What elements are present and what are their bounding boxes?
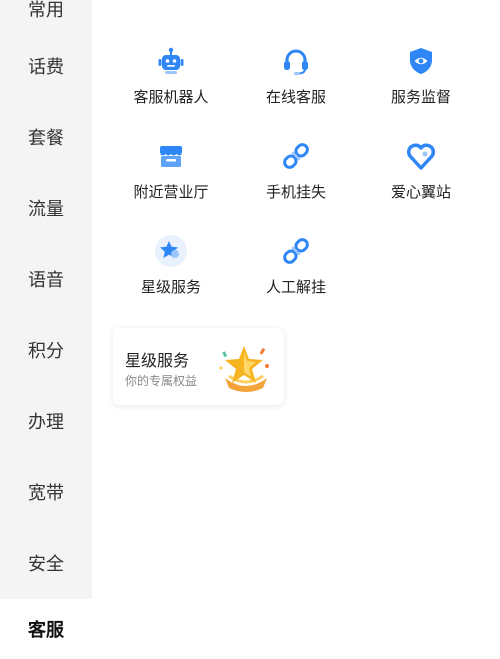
sidebar-item-label: 常用: [28, 0, 64, 21]
headset-icon: [279, 44, 313, 78]
card-title: 星级服务: [125, 351, 190, 370]
sidebar-item-label: 客服: [28, 620, 64, 641]
service-report-loss[interactable]: 手机挂失: [233, 139, 359, 219]
sidebar-item-customer-service[interactable]: 客服: [0, 599, 92, 659]
sidebar-item-plan[interactable]: 套餐: [0, 101, 92, 172]
sidebar-item-data[interactable]: 流量: [0, 172, 92, 243]
shield-eye-icon: [404, 44, 438, 78]
heart-icon: [404, 139, 438, 173]
service-label: 客服机器人: [133, 88, 209, 106]
sidebar-item-label: 安全: [28, 553, 64, 575]
service-label: 在线客服: [265, 88, 326, 106]
star-trophy-icon: [217, 342, 275, 398]
sidebar-item-label: 积分: [28, 340, 64, 362]
service-label: 手机挂失: [265, 183, 326, 201]
star-service-card[interactable]: 星级服务 你的专属权益: [113, 328, 284, 405]
store-icon: [154, 139, 188, 173]
service-online-support[interactable]: 在线客服: [233, 44, 359, 124]
sidebar-item-label: 宽带: [28, 482, 64, 504]
service-nearby-store[interactable]: 附近营业厅: [108, 139, 234, 219]
link-icon: [279, 139, 313, 173]
sidebar-item-label: 办理: [28, 411, 64, 433]
sidebar-item-broadband[interactable]: 宽带: [0, 456, 92, 527]
star-badge-icon: [154, 234, 188, 268]
sidebar-item-security[interactable]: 安全: [0, 527, 92, 598]
sidebar-item-points[interactable]: 积分: [0, 314, 92, 385]
sidebar-item-label: 流量: [28, 198, 64, 220]
sidebar-item-label: 语音: [28, 269, 64, 291]
sidebar-item-voice[interactable]: 语音: [0, 243, 92, 314]
sidebar-item-bill[interactable]: 话费: [0, 30, 92, 101]
service-manual-unlock[interactable]: 人工解挂: [233, 234, 359, 314]
sidebar-item-label: 话费: [28, 56, 64, 78]
service-label: 人工解挂: [265, 278, 326, 296]
service-label: 爱心翼站: [390, 183, 451, 201]
service-robot[interactable]: 客服机器人: [108, 44, 234, 124]
service-supervision[interactable]: 服务监督: [358, 44, 484, 124]
card-subtitle: 你的专属权益: [125, 374, 198, 388]
link-icon: [279, 234, 313, 268]
service-label: 服务监督: [390, 88, 451, 106]
sidebar-item-label: 套餐: [28, 127, 64, 149]
sidebar-item-apply[interactable]: 办理: [0, 385, 92, 456]
service-star-level[interactable]: 星级服务: [108, 234, 234, 314]
service-label: 星级服务: [140, 278, 201, 296]
service-love-station[interactable]: 爱心翼站: [358, 139, 484, 219]
service-label: 附近营业厅: [133, 183, 209, 201]
category-sidebar: 常用 话费 套餐 流量 语音 积分 办理 宽带 安全 客服: [0, 0, 92, 659]
robot-icon: [154, 44, 188, 78]
